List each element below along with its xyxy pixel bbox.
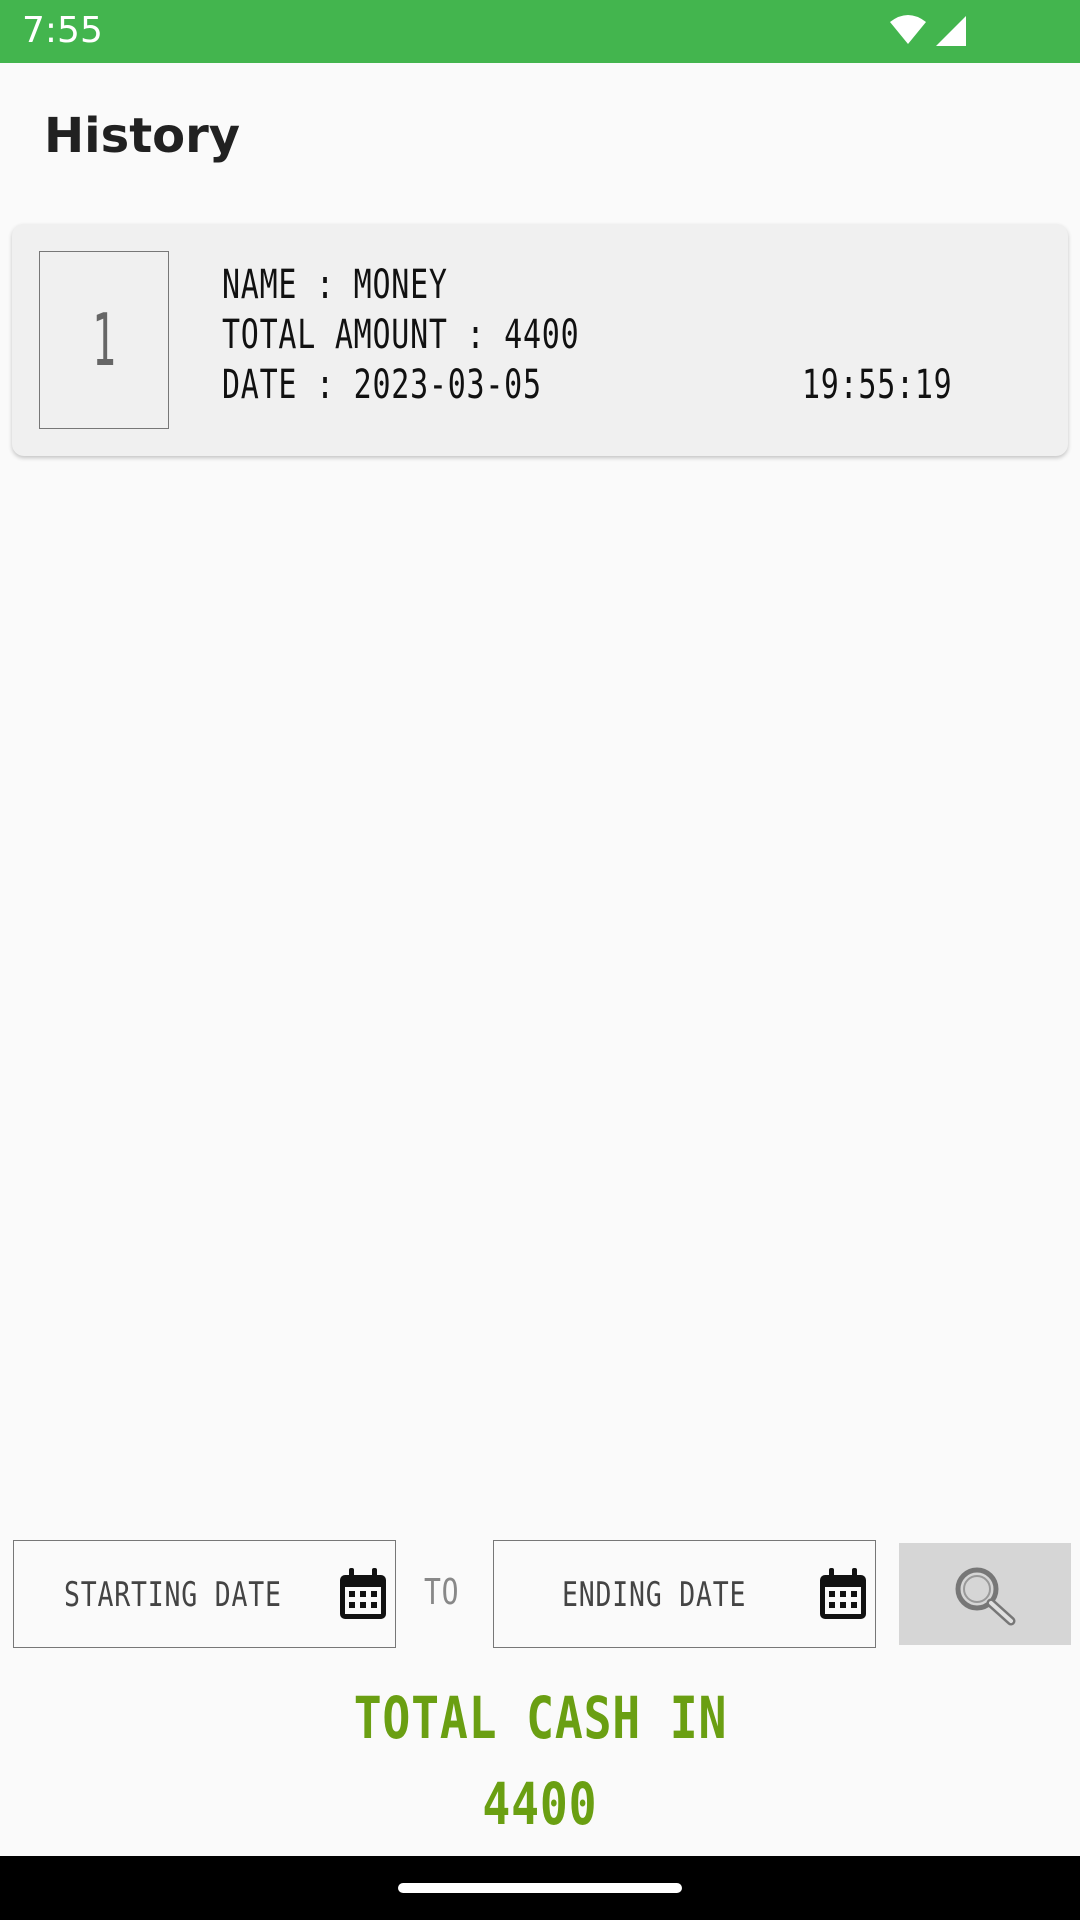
total-cash-in-label-text: TOTAL CASH IN — [353, 1684, 727, 1752]
ending-date-field[interactable]: ENDING DATE — [493, 1540, 876, 1648]
ending-date-label: ENDING DATE — [562, 1575, 747, 1615]
status-time: 7:55 — [22, 10, 103, 51]
calendar-icon[interactable] — [817, 1567, 869, 1621]
search-button[interactable] — [899, 1543, 1071, 1645]
signal-icon — [936, 16, 966, 46]
navigation-bar — [0, 1856, 1080, 1920]
calendar-icon[interactable] — [337, 1567, 389, 1621]
status-bar: 7:55 — [0, 0, 1080, 63]
history-item-date: DATE : 2023-03-05 — [222, 362, 542, 408]
starting-date-label: STARTING DATE — [64, 1575, 282, 1615]
home-handle[interactable] — [398, 1883, 682, 1893]
page-title: History — [44, 108, 241, 164]
wifi-icon — [890, 15, 926, 44]
total-cash-in-value: 4400 — [0, 1770, 1080, 1838]
history-item-name: NAME : MONEY — [222, 262, 448, 308]
starting-date-field[interactable]: STARTING DATE — [13, 1540, 396, 1648]
history-item-amount: TOTAL AMOUNT : 4400 — [222, 312, 580, 358]
history-item-index: 1 — [91, 298, 117, 382]
total-cash-in-value-text: 4400 — [482, 1770, 598, 1838]
history-item-index-box: 1 — [39, 251, 169, 429]
history-item-time: 19:55:19 — [802, 362, 953, 408]
search-icon — [955, 1567, 1016, 1626]
status-icons — [890, 15, 966, 46]
to-label: TO — [424, 1572, 460, 1613]
history-item[interactable]: 1 NAME : MONEY TOTAL AMOUNT : 4400 DATE … — [12, 224, 1068, 456]
total-cash-in-label: TOTAL CASH IN — [0, 1684, 1080, 1752]
